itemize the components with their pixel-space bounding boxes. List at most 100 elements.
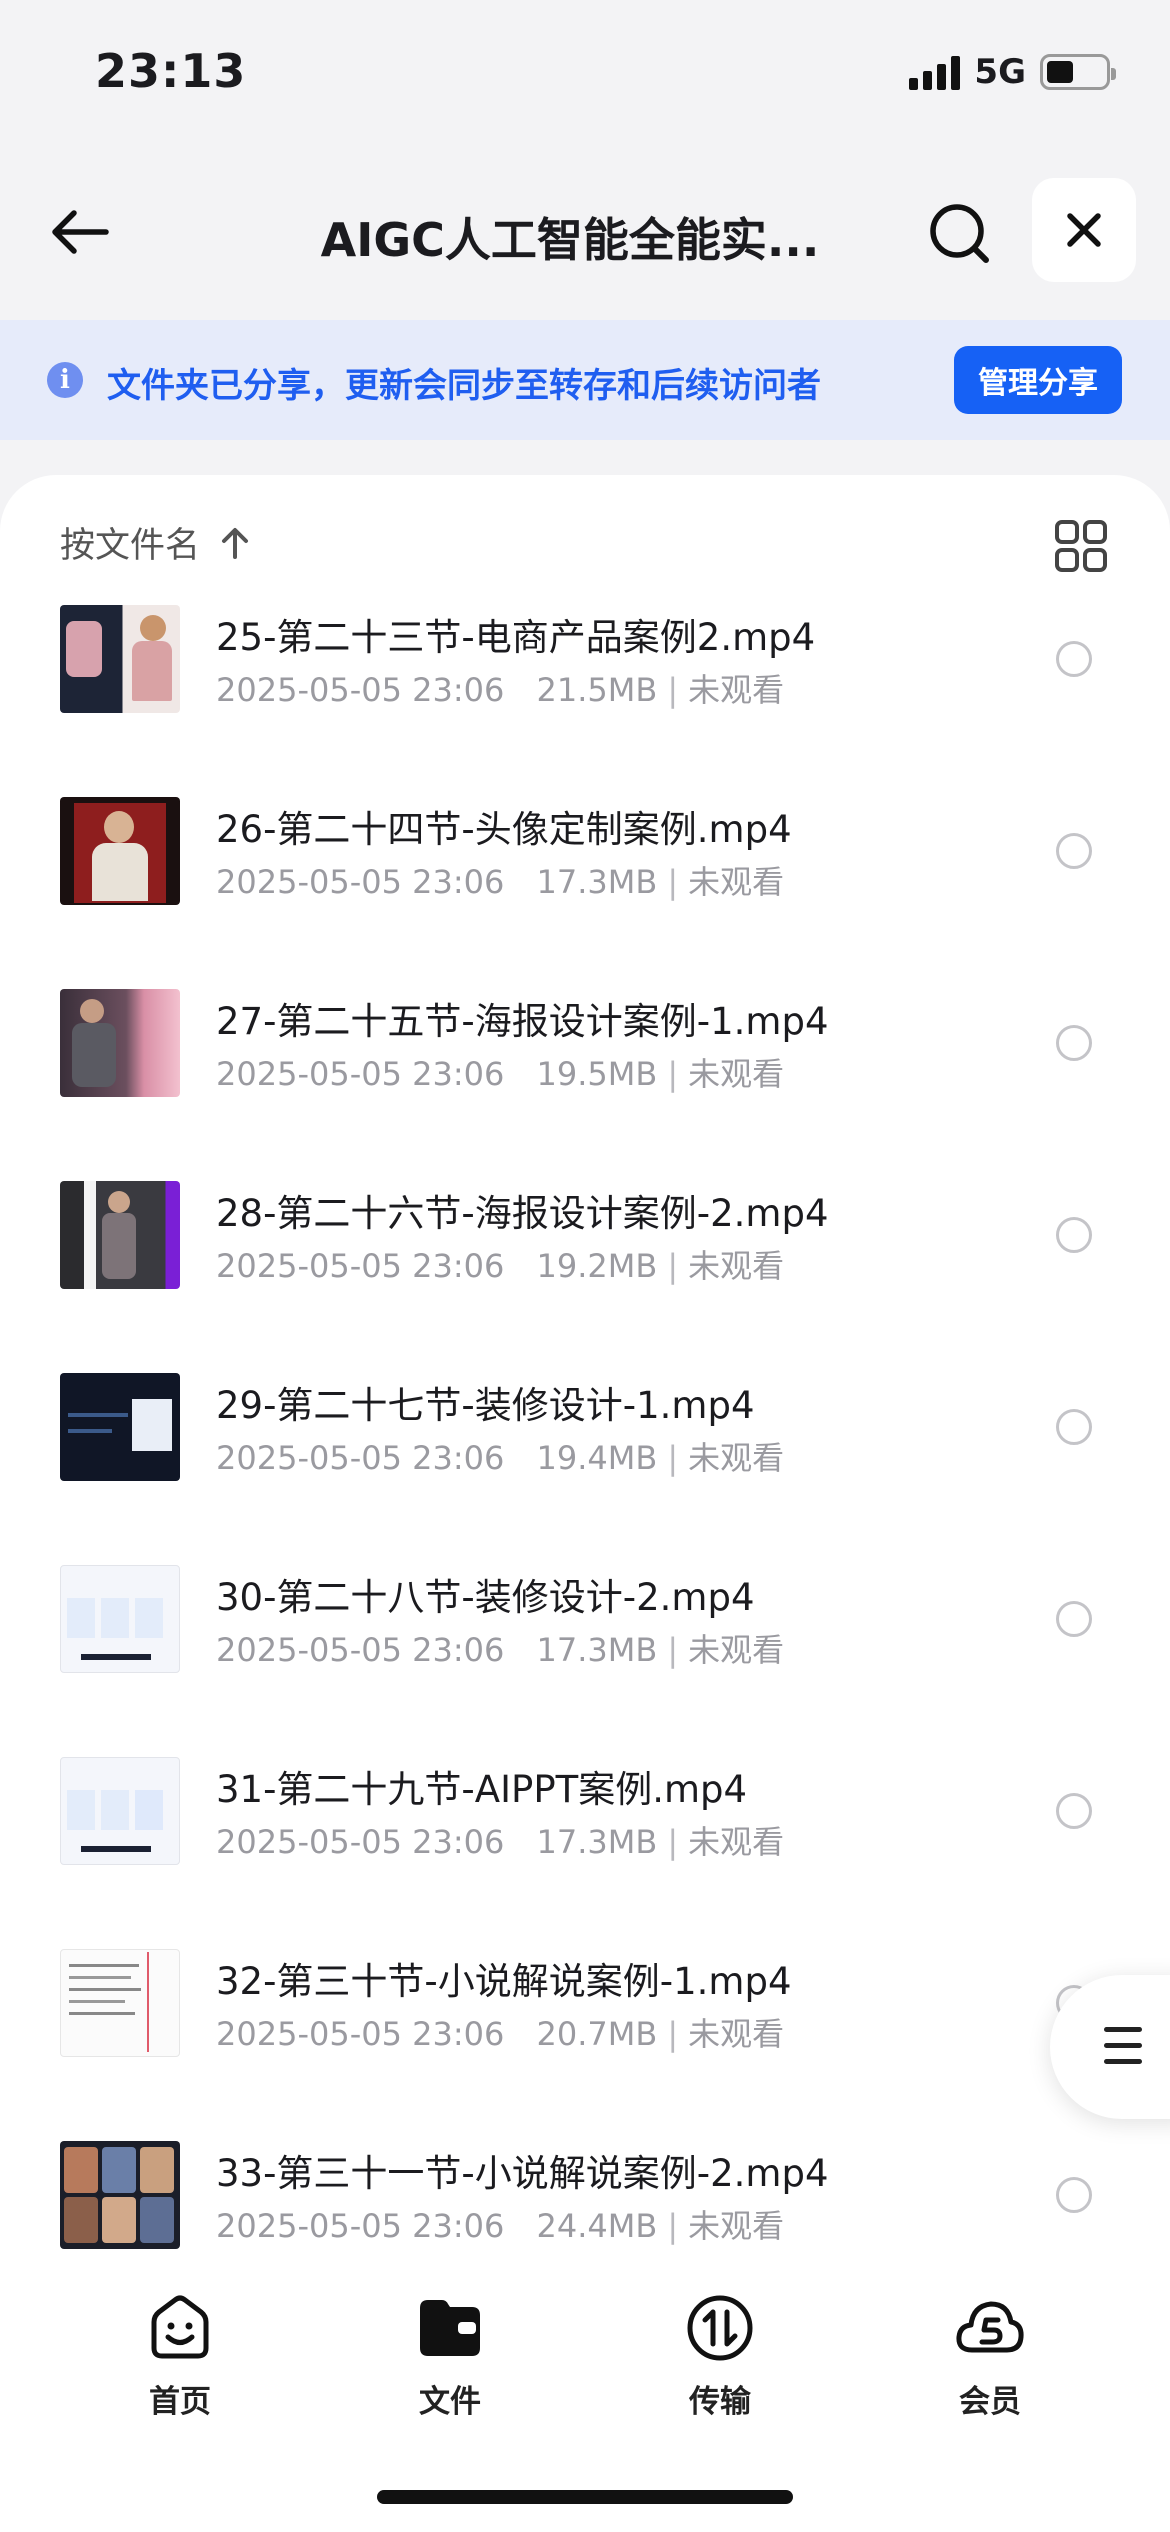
file-size: 19.4MB <box>536 1439 658 1477</box>
file-row[interactable]: 25-第二十三节-电商产品案例2.mp4 2025-05-05 23:06 21… <box>0 605 1170 797</box>
close-icon <box>1067 213 1101 247</box>
file-meta: 2025-05-05 23:06 21.5MB | 未观看 <box>216 671 785 709</box>
search-button[interactable] <box>922 196 998 272</box>
file-meta: 2025-05-05 23:06 20.7MB | 未观看 <box>216 2015 785 2053</box>
file-name: 27-第二十五节-海报设计案例-1.mp4 <box>216 1000 829 1043</box>
tab-label: 传输 <box>689 2384 751 2420</box>
tab-transfer[interactable]: 传输 <box>630 2292 810 2421</box>
select-checkbox[interactable] <box>1056 1793 1092 1829</box>
menu-icon <box>1104 2027 1142 2075</box>
select-checkbox[interactable] <box>1056 1217 1092 1253</box>
status-bar: 23:13 5G <box>0 0 1170 150</box>
file-name: 28-第二十六节-海报设计案例-2.mp4 <box>216 1192 829 1235</box>
file-row[interactable]: 31-第二十九节-AIPPT案例.mp4 2025-05-05 23:06 17… <box>0 1757 1170 1949</box>
file-name: 25-第二十三节-电商产品案例2.mp4 <box>216 616 816 659</box>
sort-label: 按文件名 <box>60 526 201 566</box>
status-indicators: 5G <box>909 50 1116 94</box>
file-meta: 2025-05-05 23:06 24.4MB | 未观看 <box>216 2207 785 2245</box>
tab-label: 首页 <box>149 2384 211 2420</box>
arrow-up-icon <box>222 527 249 559</box>
file-date: 2025-05-05 23:06 <box>216 1439 505 1477</box>
file-date: 2025-05-05 23:06 <box>216 2015 505 2053</box>
file-name: 32-第三十节-小说解说案例-1.mp4 <box>216 1960 792 2003</box>
sort-control[interactable]: 按文件名 <box>60 517 252 568</box>
file-date: 2025-05-05 23:06 <box>216 1631 505 1669</box>
select-checkbox[interactable] <box>1056 1601 1092 1637</box>
video-thumbnail <box>60 1949 180 2057</box>
file-name: 33-第三十一节-小说解说案例-2.mp4 <box>216 2152 829 2195</box>
watch-status: 未观看 <box>688 2207 785 2245</box>
file-name: 30-第二十八节-装修设计-2.mp4 <box>216 1576 755 1619</box>
member-cloud-icon <box>956 2301 1024 2353</box>
video-thumbnail <box>60 1757 180 1865</box>
close-button[interactable] <box>1032 178 1136 282</box>
file-meta: 2025-05-05 23:06 19.4MB | 未观看 <box>216 1439 785 1477</box>
watch-status: 未观看 <box>688 1439 785 1477</box>
file-date: 2025-05-05 23:06 <box>216 863 505 901</box>
select-checkbox[interactable] <box>1056 1409 1092 1445</box>
folder-icon <box>420 2300 480 2356</box>
file-list: 25-第二十三节-电商产品案例2.mp4 2025-05-05 23:06 21… <box>0 605 1170 2295</box>
file-size: 20.7MB <box>536 2015 658 2053</box>
file-row[interactable]: 27-第二十五节-海报设计案例-1.mp4 2025-05-05 23:06 1… <box>0 989 1170 1181</box>
share-notice-text: 文件夹已分享，更新会同步至转存和后续访问者 <box>107 366 821 406</box>
file-meta: 2025-05-05 23:06 17.3MB | 未观看 <box>216 863 785 901</box>
tab-member[interactable]: 会员 <box>900 2292 1080 2421</box>
video-thumbnail <box>60 797 180 905</box>
watch-status: 未观看 <box>688 1631 785 1669</box>
tab-home[interactable]: 首页 <box>90 2292 270 2421</box>
file-name: 29-第二十七节-装修设计-1.mp4 <box>216 1384 755 1427</box>
video-thumbnail <box>60 2141 180 2249</box>
file-row[interactable]: 29-第二十七节-装修设计-1.mp4 2025-05-05 23:06 19.… <box>0 1373 1170 1565</box>
signal-icon <box>909 54 961 90</box>
file-name: 31-第二十九节-AIPPT案例.mp4 <box>216 1768 748 1811</box>
file-size: 17.3MB <box>536 1631 658 1669</box>
file-meta: 2025-05-05 23:06 17.3MB | 未观看 <box>216 1823 785 1861</box>
file-date: 2025-05-05 23:06 <box>216 1055 505 1093</box>
file-meta: 2025-05-05 23:06 17.3MB | 未观看 <box>216 1631 785 1669</box>
file-size: 17.3MB <box>536 863 658 901</box>
video-thumbnail <box>60 989 180 1097</box>
watch-status: 未观看 <box>688 1055 785 1093</box>
home-indicator <box>377 2490 793 2504</box>
watch-status: 未观看 <box>688 1247 785 1285</box>
search-icon <box>930 204 989 263</box>
manage-share-button[interactable]: 管理分享 <box>954 346 1122 414</box>
home-smile-icon <box>151 2295 209 2359</box>
file-row[interactable]: 30-第二十八节-装修设计-2.mp4 2025-05-05 23:06 17.… <box>0 1565 1170 1757</box>
grid-view-icon <box>1055 520 1107 572</box>
tab-label: 会员 <box>959 2384 1021 2420</box>
back-button[interactable] <box>44 196 116 268</box>
nav-bar: AIGC人工智能全能实... <box>0 170 1170 290</box>
video-thumbnail <box>60 1373 180 1481</box>
select-checkbox[interactable] <box>1056 641 1092 677</box>
select-checkbox[interactable] <box>1056 833 1092 869</box>
select-checkbox[interactable] <box>1056 2177 1092 2213</box>
file-list-sheet: 按文件名 25-第二十三节-电商产品案例2.mp4 2025-05-05 23:… <box>0 475 1170 2295</box>
file-row[interactable]: 28-第二十六节-海报设计案例-2.mp4 2025-05-05 23:06 1… <box>0 1181 1170 1373</box>
status-time: 23:13 <box>95 44 247 98</box>
watch-status: 未观看 <box>688 2015 785 2053</box>
info-icon: i <box>47 362 83 398</box>
file-date: 2025-05-05 23:06 <box>216 1823 505 1861</box>
file-size: 19.5MB <box>536 1055 658 1093</box>
file-row[interactable]: 32-第三十节-小说解说案例-1.mp4 2025-05-05 23:06 20… <box>0 1949 1170 2141</box>
file-date: 2025-05-05 23:06 <box>216 671 505 709</box>
file-meta: 2025-05-05 23:06 19.2MB | 未观看 <box>216 1247 785 1285</box>
file-row[interactable]: 26-第二十四节-头像定制案例.mp4 2025-05-05 23:06 17.… <box>0 797 1170 989</box>
select-checkbox[interactable] <box>1056 1025 1092 1061</box>
grid-view-toggle[interactable] <box>1054 519 1108 573</box>
video-thumbnail <box>60 1181 180 1289</box>
network-label: 5G <box>974 52 1026 92</box>
file-meta: 2025-05-05 23:06 19.5MB | 未观看 <box>216 1055 785 1093</box>
video-thumbnail <box>60 1565 180 1673</box>
tab-files[interactable]: 文件 <box>360 2292 540 2421</box>
file-size: 19.2MB <box>536 1247 658 1285</box>
arrow-left-icon <box>52 210 109 254</box>
file-size: 24.4MB <box>536 2207 658 2245</box>
transfer-icon <box>687 2295 753 2361</box>
video-thumbnail <box>60 605 180 713</box>
tab-label: 文件 <box>419 2384 481 2420</box>
watch-status: 未观看 <box>688 671 785 709</box>
file-size: 21.5MB <box>536 671 658 709</box>
